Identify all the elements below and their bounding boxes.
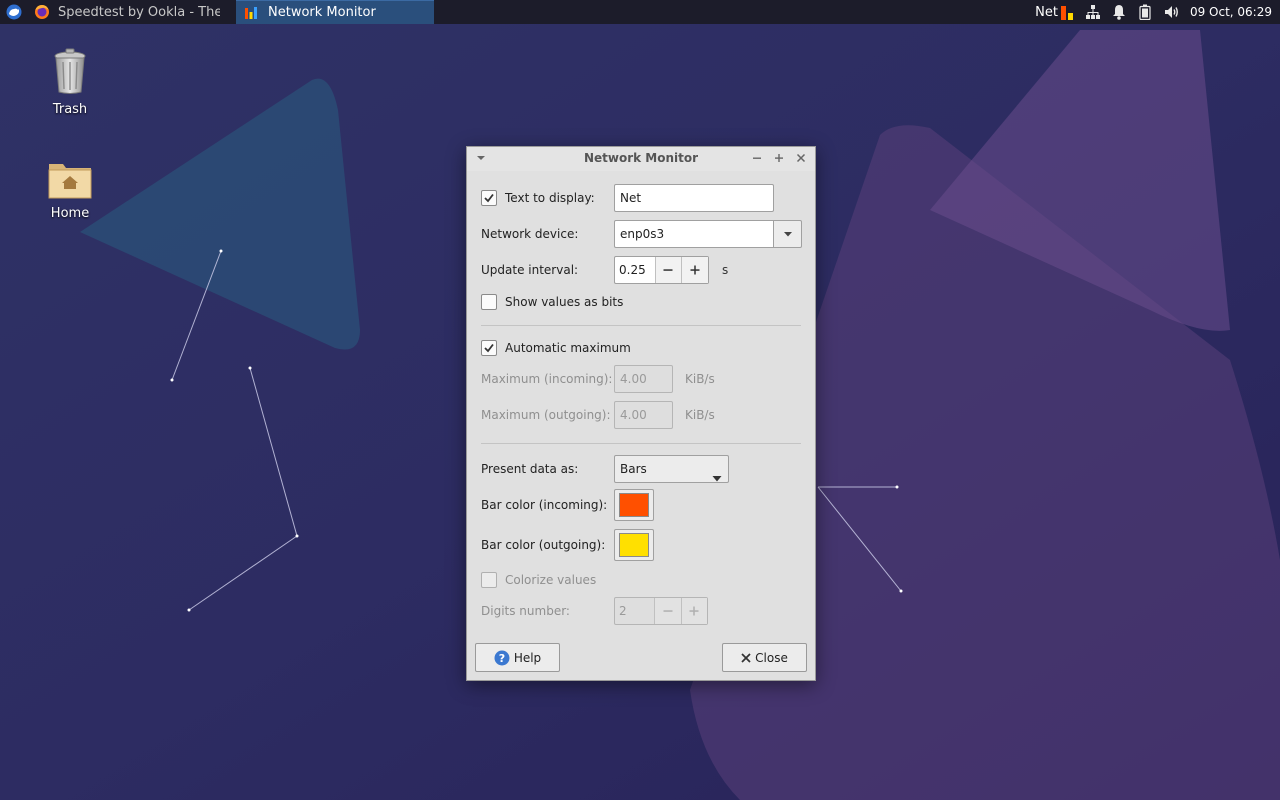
colorize-label: Colorize values (505, 573, 597, 587)
present-as-row: Present data as: (481, 455, 578, 483)
bar-incoming-color-button[interactable] (614, 489, 654, 521)
checkmark-icon (484, 343, 494, 353)
max-outgoing-row: Maximum (outgoing): (481, 401, 611, 429)
volume-icon[interactable] (1158, 0, 1184, 24)
trash-icon (54, 48, 86, 94)
network-monitor-dialog: Network Monitor Text to display: Net Net… (466, 146, 816, 681)
close-button-label: Close (755, 650, 788, 665)
taskbar-item-network-monitor[interactable]: Network Monitor (236, 0, 434, 24)
plus-icon (690, 265, 700, 275)
chevron-down-icon (783, 232, 792, 237)
help-button[interactable]: ? Help (475, 643, 560, 672)
separator (481, 443, 801, 444)
text-to-display-checkbox[interactable] (481, 190, 497, 206)
auto-max-checkbox[interactable] (481, 340, 497, 356)
whisker-menu-button[interactable] (0, 0, 28, 24)
update-interval-value[interactable]: 0.25 (615, 257, 655, 283)
colorize-row: Colorize values (481, 566, 596, 594)
notification-bell-icon[interactable] (1106, 0, 1132, 24)
present-as-value: Bars (620, 462, 647, 476)
separator (481, 325, 801, 326)
close-window-icon[interactable] (793, 150, 809, 166)
chevron-down-icon (712, 466, 722, 492)
color-swatch (619, 493, 649, 517)
digits-spinner: 2 (614, 597, 708, 625)
minus-icon (663, 610, 673, 612)
firefox-icon (34, 3, 50, 21)
max-incoming-label: Maximum (incoming): (481, 372, 613, 386)
system-tray: Net 09 Oct, 06:29 (1035, 0, 1280, 24)
bar-outgoing-label: Bar color (outgoing): (481, 538, 606, 552)
update-interval-unit: s (722, 263, 729, 277)
show-bits-row: Show values as bits (481, 288, 623, 316)
decrement-button (654, 598, 681, 624)
max-outgoing-unit: KiB/s (685, 408, 715, 422)
maximize-icon[interactable] (771, 150, 787, 166)
max-incoming-input: 4.00 (614, 365, 673, 393)
svg-text:?: ? (499, 652, 505, 665)
network-device-dropdown-button[interactable] (774, 220, 802, 248)
auto-max-label: Automatic maximum (505, 341, 631, 355)
update-interval-row: Update interval: (481, 256, 578, 284)
text-to-display-label: Text to display: (505, 191, 595, 205)
increment-button (680, 598, 707, 624)
desktop-icon-home[interactable]: Home (30, 160, 110, 221)
close-icon (741, 652, 751, 663)
taskbar-item-label: Network Monitor (268, 5, 376, 20)
show-bits-checkbox[interactable] (481, 294, 497, 310)
dialog-titlebar[interactable]: Network Monitor (467, 147, 815, 171)
digits-label: Digits number: (481, 604, 570, 618)
desktop-icon-label: Trash (52, 102, 88, 117)
bar-incoming-row: Bar color (incoming): (481, 491, 607, 519)
update-interval-spinner[interactable]: 0.25 (614, 256, 709, 284)
max-outgoing-input: 4.00 (614, 401, 673, 429)
colorize-checkbox (481, 572, 497, 588)
bar-outgoing-row: Bar color (outgoing): (481, 531, 605, 559)
present-as-label: Present data as: (481, 462, 579, 476)
taskbar-item-speedtest[interactable]: Speedtest by Ookla - The Gl... (28, 0, 226, 24)
help-icon: ? (494, 650, 510, 666)
max-outgoing-label: Maximum (outgoing): (481, 408, 611, 422)
digits-value: 2 (619, 604, 627, 618)
netload-bars[interactable] (1060, 2, 1074, 22)
decrement-button[interactable] (654, 257, 682, 283)
network-monitor-icon (242, 4, 260, 22)
clock[interactable]: 09 Oct, 06:29 (1190, 5, 1272, 19)
taskbar-item-label: Speedtest by Ookla - The Gl... (58, 4, 220, 20)
text-to-display-input[interactable]: Net (614, 184, 774, 212)
netload-label[interactable]: Net (1035, 5, 1058, 20)
max-incoming-row: Maximum (incoming): (481, 365, 612, 393)
plus-icon (689, 606, 699, 616)
minus-icon (663, 269, 673, 271)
show-bits-label: Show values as bits (505, 295, 624, 309)
home-folder-icon (48, 164, 92, 199)
network-device-input[interactable]: enp0s3 (614, 220, 774, 248)
network-icon[interactable] (1080, 0, 1106, 24)
desktop-icon-trash[interactable]: Trash (30, 48, 110, 117)
update-interval-label: Update interval: (481, 263, 579, 277)
close-button[interactable]: Close (722, 643, 807, 672)
text-to-display-row: Text to display: (481, 184, 595, 212)
color-swatch (619, 533, 649, 557)
digits-row: Digits number: (481, 597, 570, 625)
bar-incoming-label: Bar color (incoming): (481, 498, 608, 512)
battery-icon[interactable] (1132, 0, 1158, 24)
network-device-row: Network device: (481, 220, 578, 248)
network-device-label: Network device: (481, 227, 579, 241)
increment-button[interactable] (681, 257, 708, 283)
bar-outgoing-color-button[interactable] (614, 529, 654, 561)
top-panel: Speedtest by Ookla - The Gl... Network M… (0, 0, 1280, 24)
help-button-label: Help (513, 650, 542, 665)
checkmark-icon (484, 193, 494, 203)
minimize-icon[interactable] (749, 150, 765, 166)
auto-max-row: Automatic maximum (481, 334, 631, 362)
max-incoming-unit: KiB/s (685, 372, 715, 386)
present-as-select[interactable]: Bars (614, 455, 729, 483)
desktop-icon-label: Home (50, 206, 90, 221)
xfce-mouse-icon (6, 4, 22, 20)
